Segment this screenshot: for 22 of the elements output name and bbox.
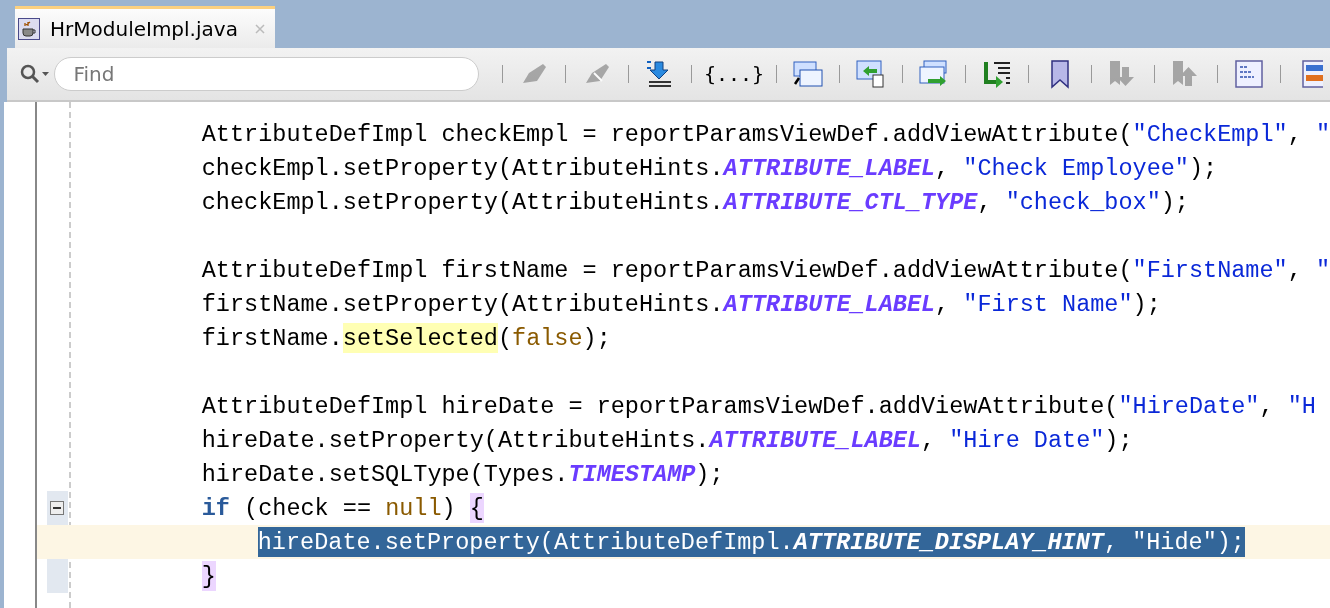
panel-icon — [1234, 59, 1264, 89]
code-line: hireDate.setProperty(AttributeHints.ATTRIBUTE_LABEL, "Hire Date"); — [201, 425, 1133, 455]
find-field[interactable]: Find — [54, 57, 480, 91]
panel-icon — [1301, 59, 1323, 89]
braces-button[interactable]: {...} — [705, 56, 763, 92]
code-line: checkEmpl.setProperty(AttributeHints.ATTRIBUTE_CTL_TYPE, "check_box"); — [201, 187, 1189, 217]
code-line: checkEmpl.setProperty(AttributeHints.ATTRIBUTE_LABEL, "Check Employee"); — [201, 153, 1218, 183]
code-line: firstName.setSelected(false); — [201, 323, 611, 353]
window-arrow-icon — [918, 59, 950, 89]
code-line: AttributeDefImpl firstName = reportParamsViewDef.addViewAttribute("FirstName", " — [201, 255, 1330, 285]
code-line: AttributeDefImpl checkEmpl = reportParamsViewDef.addViewAttribute("CheckEmpl", " — [201, 119, 1330, 149]
java-file-icon — [18, 17, 40, 40]
file-tab[interactable]: HrModuleImpl.java — [15, 6, 275, 48]
code-line: if (check == null) { — [201, 493, 484, 523]
code-line: AttributeDefImpl hireDate = reportParamsViewDef.addViewAttribute("HireDate", "H — [201, 391, 1316, 421]
fold-toggle[interactable] — [49, 501, 64, 515]
bookmark-icon — [1049, 59, 1071, 89]
window-arrow-icon — [855, 59, 887, 89]
window-icon — [792, 60, 824, 88]
code-line: firstName.setProperty(AttributeHints.ATTRIBUTE_LABEL, "First Name"); — [201, 289, 1161, 319]
indent-arrow-icon — [982, 59, 1012, 89]
code-line: hireDate.setSQLType(Types.TIMESTAMP); — [201, 459, 724, 489]
